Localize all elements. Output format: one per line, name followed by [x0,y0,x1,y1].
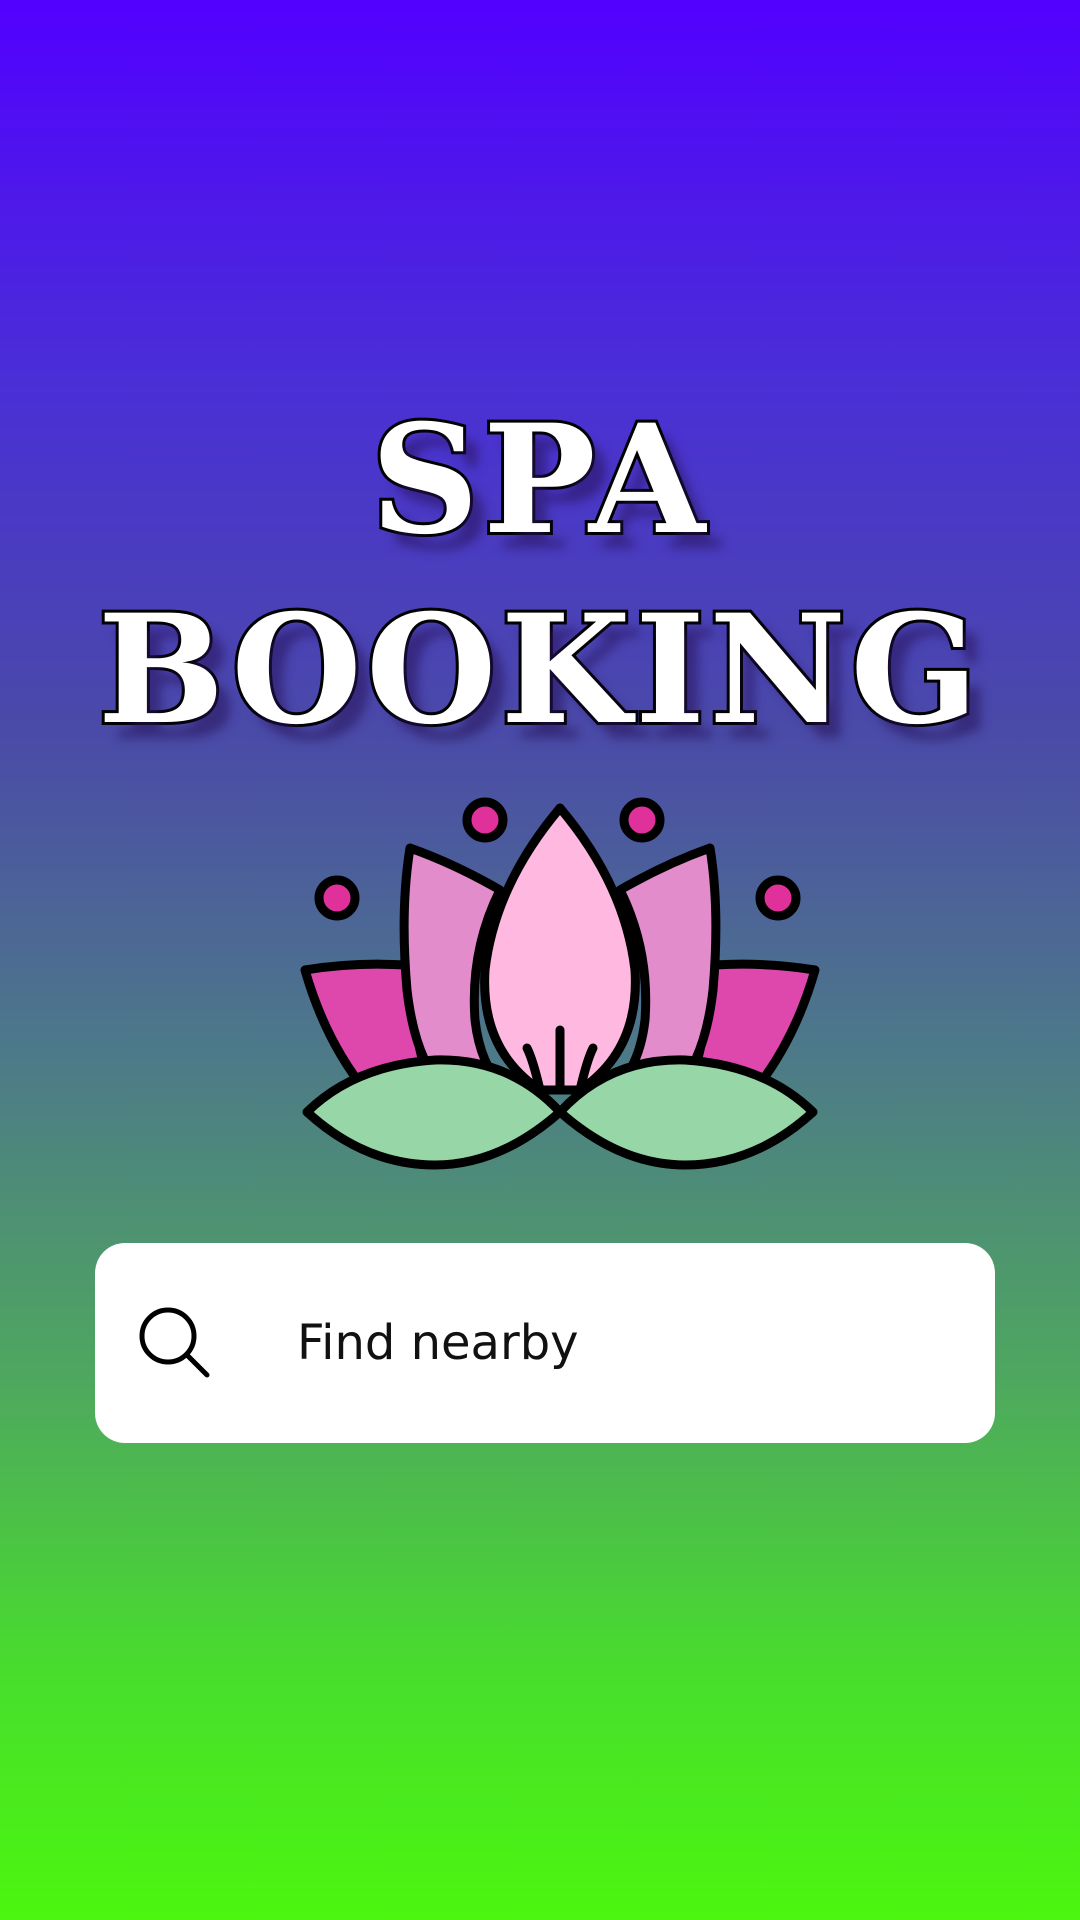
decor-dot-top-right [619,797,665,843]
app-title-spa: SPA [368,392,710,568]
search-icon [139,1307,210,1378]
search-bar[interactable]: Find nearby [95,1243,995,1443]
lotus-icon [300,797,820,1170]
decor-dot-top-left [462,797,508,843]
home-screen: SPA BOOKING Find nearby [0,0,1080,1920]
decor-dot-left [314,875,360,921]
decor-dot-right [755,875,801,921]
search-input[interactable]: Find nearby [297,1311,579,1375]
app-title-booking: BOOKING [95,582,983,758]
